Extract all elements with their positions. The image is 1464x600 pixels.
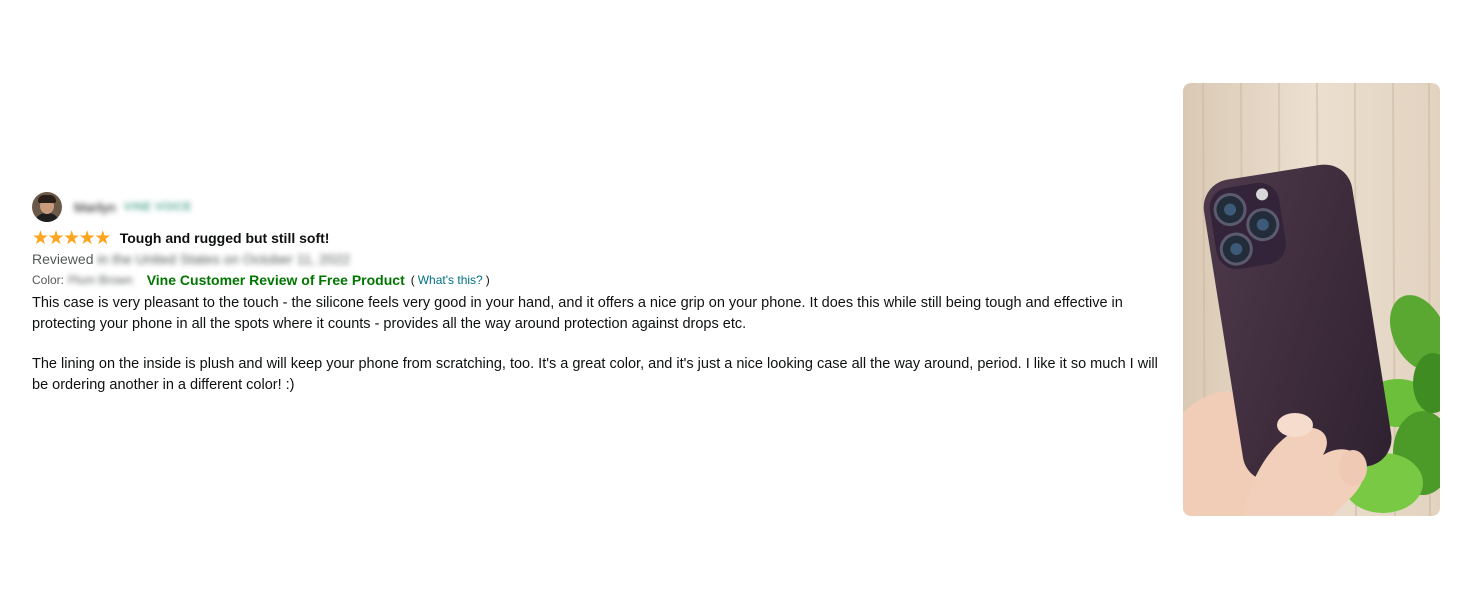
star-icon: ★ (32, 227, 50, 249)
review-date: Reviewed in the United States on October… (32, 249, 1167, 269)
whats-this-group: (What's this?) (411, 273, 490, 287)
paren-close: ) (485, 273, 490, 287)
whats-this-link[interactable]: What's this? (418, 273, 483, 287)
review-title[interactable]: Tough and rugged but still soft! (120, 230, 330, 246)
reviewed-detail: in the United States on October 11, 2022 (97, 251, 351, 267)
review-paragraph: This case is very pleasant to the touch … (32, 295, 1123, 332)
review-body: This case is very pleasant to the touch … (32, 293, 1167, 395)
color-value: Plum Brown (68, 273, 133, 287)
review-meta: Color: Plum Brown Vine Customer Review o… (32, 271, 1167, 289)
star-icon: ★ (78, 227, 96, 249)
star-rating[interactable]: ★ ★ ★ ★ ★ (32, 227, 112, 249)
avatar[interactable] (32, 192, 62, 222)
star-icon: ★ (63, 227, 81, 249)
review-paragraph: The lining on the inside is plush and wi… (32, 356, 1158, 393)
review-card: Marilyn VINE VOICE ★ ★ ★ ★ ★ Tough and rugge… (32, 191, 1167, 395)
color-label: Color: (32, 273, 65, 287)
reviewer-badge: VINE VOICE (123, 201, 192, 213)
star-icon: ★ (94, 227, 112, 249)
review-title-row: ★ ★ ★ ★ ★ Tough and rugged but still soft! (32, 228, 1167, 248)
star-icon: ★ (47, 227, 65, 249)
review-photo (1183, 83, 1440, 516)
paren-open: ( (410, 273, 415, 287)
reviewed-label: Reviewed (32, 251, 94, 267)
reviewer-name[interactable]: Marilyn (74, 200, 116, 215)
vine-badge: Vine Customer Review of Free Product (146, 272, 405, 288)
reviewer-profile[interactable]: Marilyn VINE VOICE (32, 191, 1167, 223)
review-image[interactable] (1183, 83, 1440, 516)
